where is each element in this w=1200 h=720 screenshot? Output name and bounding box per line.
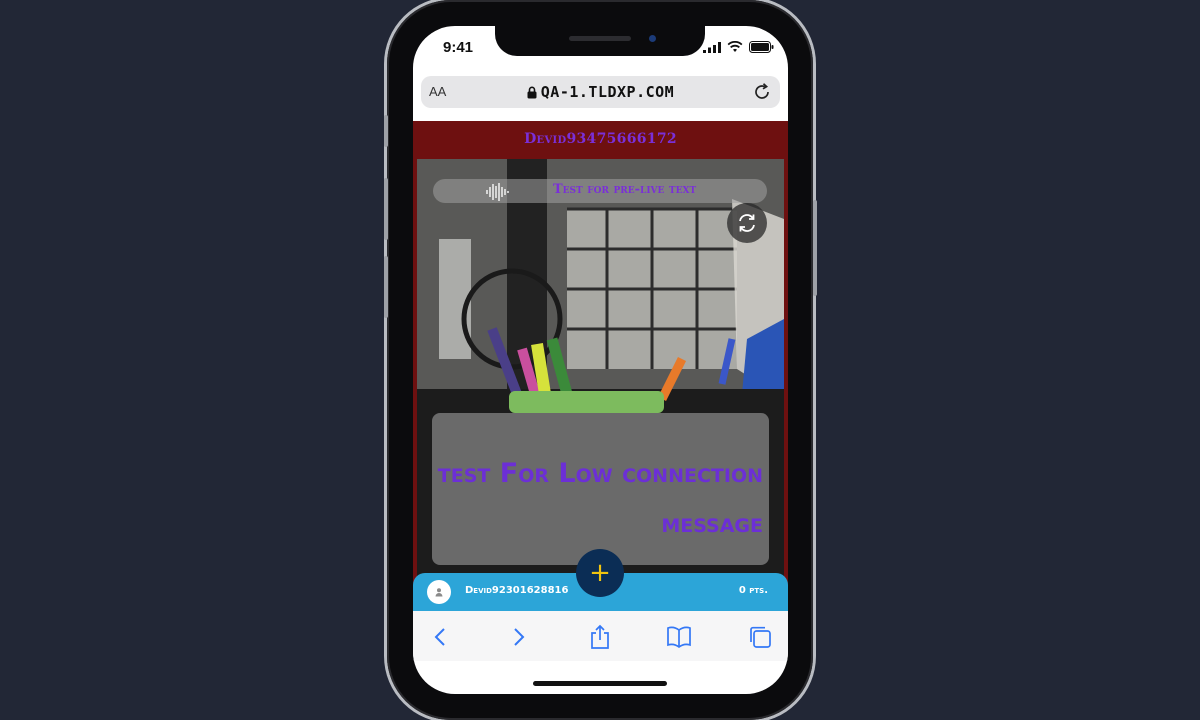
address-bar[interactable]: AA QA-1.TLDXP.COM <box>421 76 780 108</box>
phone-screen: 9:41 AA QA-1.TLDXP.COM Devid93475666172 … <box>413 26 788 694</box>
battery-icon <box>749 41 774 53</box>
url-display[interactable]: QA-1.TLDXP.COM <box>421 83 780 101</box>
notch <box>495 26 705 56</box>
avatar[interactable] <box>427 580 451 604</box>
signal-icon <box>703 41 721 53</box>
volume-up-button <box>384 178 388 240</box>
url-text: QA-1.TLDXP.COM <box>540 83 675 101</box>
back-icon <box>434 628 445 646</box>
volume-down-button <box>384 256 388 318</box>
status-time: 9:41 <box>443 39 474 56</box>
switch-camera-icon <box>739 214 755 232</box>
forward-icon <box>514 628 525 646</box>
reload-icon[interactable] <box>752 82 772 102</box>
bookmarks-button[interactable] <box>666 624 692 650</box>
audio-banner: Test for pre-live text <box>433 179 767 203</box>
front-camera <box>649 35 656 42</box>
user-icon <box>435 588 443 597</box>
web-content: Devid93475666172 Test for pre-live text … <box>413 121 788 611</box>
mute-switch <box>384 115 388 147</box>
bottom-username: Devid92301628816 <box>465 585 569 596</box>
speaker <box>569 36 631 41</box>
switch-camera-button[interactable] <box>727 203 767 243</box>
points-label: 0 pts. <box>738 585 768 596</box>
back-button[interactable] <box>427 624 453 650</box>
tabs-button[interactable] <box>747 624 773 650</box>
wifi-icon <box>727 41 743 52</box>
lock-icon <box>527 86 537 99</box>
audio-banner-text: Test for pre-live text <box>553 182 697 197</box>
camera-preview: Test for pre-live text test For Low conn… <box>417 159 784 611</box>
header-username: Devid93475666172 <box>524 131 677 147</box>
share-icon <box>591 624 609 649</box>
browser-toolbar <box>413 611 788 661</box>
tabs-icon <box>750 626 771 648</box>
message-box: test For Low connection message <box>432 413 769 565</box>
message-text: test For Low connection message <box>437 458 763 539</box>
bookmarks-icon <box>667 626 691 648</box>
status-icons <box>703 41 774 53</box>
share-button[interactable] <box>587 624 613 650</box>
audio-wave-icon <box>486 183 509 201</box>
home-indicator <box>533 681 667 686</box>
forward-button[interactable] <box>506 624 532 650</box>
power-button <box>813 200 817 296</box>
add-button[interactable]: + <box>576 549 624 597</box>
